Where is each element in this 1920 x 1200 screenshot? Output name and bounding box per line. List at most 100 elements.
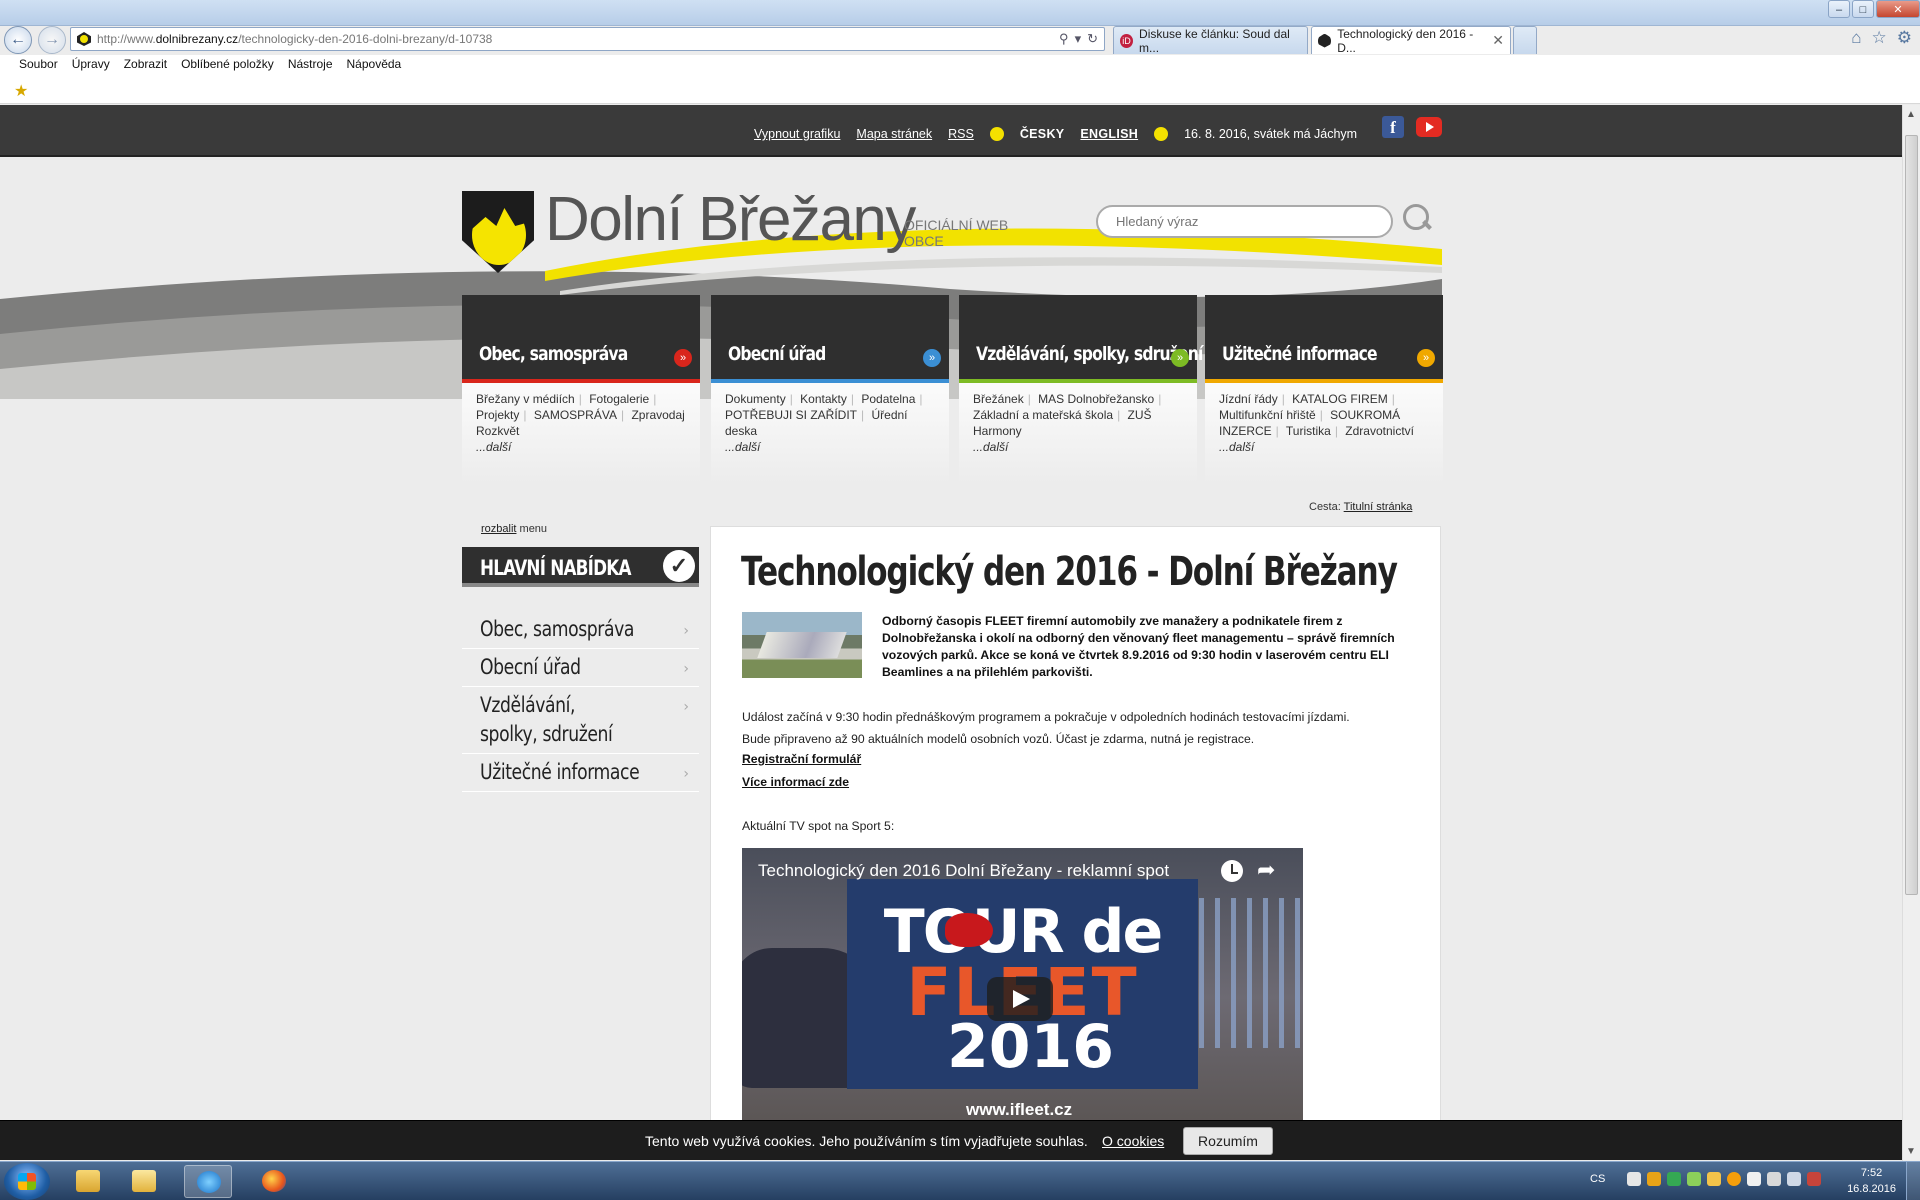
cookie-accept-button[interactable]: Rozumím [1183, 1127, 1273, 1155]
menu-link[interactable]: Břežánek [973, 392, 1024, 406]
menu-link[interactable]: SAMOSPRÁVA [534, 408, 617, 422]
menu-link[interactable]: Multifunkční hřiště [1219, 408, 1316, 422]
new-tab-button[interactable] [1513, 26, 1537, 54]
page-scrollbar[interactable]: ▲ ▼ [1902, 105, 1920, 1161]
breadcrumb-home-link[interactable]: Titulní stránka [1344, 501, 1413, 513]
menu-link[interactable]: KATALOG FIREM [1292, 392, 1388, 406]
more-link[interactable]: ...další [1219, 440, 1254, 454]
sync-icon[interactable] [1667, 1172, 1682, 1186]
menu-link[interactable]: Dokumenty [725, 392, 786, 406]
arrow-right-icon[interactable]: » [923, 349, 941, 367]
lang-cz-link[interactable]: ČESKY [1020, 127, 1065, 141]
dropdown-icon[interactable]: ▾ [1075, 31, 1082, 47]
menu-link[interactable]: Fotogalerie [589, 392, 649, 406]
menu-upravy[interactable]: Úpravy [65, 55, 117, 77]
disable-graphics-link[interactable]: Vypnout grafiku [754, 127, 840, 141]
more-info-link[interactable]: Více informací zde [742, 775, 849, 789]
facebook-icon[interactable]: f [1382, 116, 1404, 138]
menu-box-header[interactable]: Užitečné informace » [1205, 295, 1443, 379]
menu-link[interactable]: Projekty [476, 408, 519, 422]
search-input[interactable] [1096, 205, 1393, 238]
site-title[interactable]: Dolní Břežany [545, 184, 916, 255]
menu-link[interactable]: Zdravotnictví [1345, 424, 1414, 438]
input-language[interactable]: CS [1590, 1173, 1605, 1185]
menu-box-title[interactable]: Obec, samospráva [479, 343, 628, 365]
taskbar-mail[interactable] [120, 1165, 168, 1198]
favorites-star-icon[interactable]: ☆ [1872, 28, 1887, 48]
sitemap-link[interactable]: Mapa stránek [856, 127, 932, 141]
sidebar-item-obec[interactable]: Obec, samospráva › [462, 611, 699, 649]
taskbar-internet-explorer[interactable] [184, 1165, 232, 1198]
antivirus-icon[interactable] [1807, 1172, 1822, 1186]
add-favorite-icon[interactable]: ★ [14, 81, 28, 101]
settings-gear-icon[interactable]: ⚙ [1897, 28, 1912, 48]
more-link[interactable]: ...další [476, 440, 511, 454]
sidebar-item-uzitecne[interactable]: Užitečné informace › [462, 754, 699, 792]
arrow-right-icon[interactable]: » [1171, 349, 1189, 367]
menu-link[interactable]: Základní a mateřská škola [973, 408, 1113, 422]
refresh-icon[interactable]: ↻ [1087, 31, 1098, 47]
menu-oblibene[interactable]: Oblíbené položky [174, 55, 281, 77]
warning-icon[interactable] [1727, 1172, 1742, 1186]
search-button-icon[interactable] [1401, 202, 1435, 236]
url-text[interactable]: http://www.dolnibrezany.cz/technologicky… [97, 32, 1059, 46]
network-icon[interactable] [1767, 1172, 1782, 1186]
cookie-info-link[interactable]: O cookies [1102, 1133, 1164, 1149]
arrow-right-icon[interactable]: » [674, 349, 692, 367]
volume-icon[interactable] [1787, 1172, 1802, 1186]
menu-box-title[interactable]: Vzdělávání, spolky, sdružení [976, 343, 1203, 365]
taskbar-explorer[interactable] [64, 1165, 112, 1198]
start-button[interactable] [4, 1163, 50, 1200]
menu-link[interactable]: Turistika [1286, 424, 1331, 438]
cloud-icon[interactable] [1627, 1172, 1642, 1186]
menu-link[interactable]: Břežany v médiích [476, 392, 575, 406]
menu-box-header[interactable]: Vzdělávání, spolky, sdružení » [959, 295, 1203, 379]
scrollbar-thumb[interactable] [1905, 135, 1918, 895]
more-link[interactable]: ...další [725, 440, 760, 454]
forward-button[interactable]: → [38, 26, 66, 54]
menu-link[interactable]: POTŘEBUJI SI ZAŘÍDIT [725, 408, 857, 422]
menu-box-title[interactable]: Obecní úřad [728, 343, 826, 365]
menu-napoveda[interactable]: Nápověda [340, 55, 409, 77]
home-icon[interactable]: ⌂ [1851, 28, 1861, 48]
maximize-button[interactable]: □ [1852, 0, 1874, 18]
rss-link[interactable]: RSS [948, 127, 974, 141]
menu-box-header[interactable]: Obec, samospráva » [462, 295, 700, 379]
checkmark-icon[interactable]: ✓ [663, 550, 695, 582]
menu-box-title[interactable]: Užitečné informace [1222, 343, 1378, 365]
close-tab-icon[interactable]: ✕ [1492, 32, 1504, 49]
taskbar-firefox[interactable] [250, 1165, 298, 1198]
share-icon[interactable]: ➦ [1257, 857, 1275, 883]
flag-icon[interactable] [1747, 1172, 1762, 1186]
back-button[interactable]: ← [4, 26, 32, 54]
close-window-button[interactable]: ✕ [1876, 0, 1920, 18]
tray-app-icon[interactable] [1687, 1172, 1702, 1186]
menu-nastroje[interactable]: Nástroje [281, 55, 340, 77]
tray-app-icon[interactable] [1707, 1172, 1722, 1186]
show-desktop-button[interactable] [1906, 1162, 1920, 1200]
scroll-down-icon[interactable]: ▼ [1906, 1146, 1916, 1157]
article-thumbnail-image[interactable] [742, 612, 862, 678]
sidebar-item-urad[interactable]: Obecní úřad › [462, 649, 699, 687]
minimize-button[interactable]: – [1828, 0, 1850, 18]
play-button[interactable] [987, 977, 1053, 1021]
more-link[interactable]: ...další [973, 440, 1008, 454]
menu-box-header[interactable]: Obecní úřad » [711, 295, 949, 379]
tray-app-icon[interactable] [1647, 1172, 1662, 1186]
search-icon[interactable]: ⚲ [1059, 31, 1069, 47]
sidebar-item-vzdelavani[interactable]: Vzdělávání, spolky, sdružení › [462, 687, 699, 754]
menu-link[interactable]: Jízdní řády [1219, 392, 1278, 406]
scroll-up-icon[interactable]: ▲ [1906, 109, 1916, 120]
menu-link[interactable]: MAS Dolnobřežansko [1038, 392, 1154, 406]
youtube-video-embed[interactable]: TOUR de FLEET 2016 Technologický den 201… [742, 848, 1303, 1120]
youtube-icon[interactable] [1416, 117, 1442, 137]
menu-link[interactable]: Podatelna [861, 392, 915, 406]
expand-menu-link[interactable]: rozbalit [481, 523, 516, 535]
watch-later-icon[interactable] [1221, 860, 1243, 882]
tab-technologicky-den[interactable]: Technologický den 2016 - D... ✕ [1311, 26, 1511, 55]
arrow-right-icon[interactable]: » [1417, 349, 1435, 367]
menu-link[interactable]: Kontakty [800, 392, 847, 406]
address-bar[interactable]: http://www.dolnibrezany.cz/technologicky… [70, 27, 1105, 51]
menu-soubor[interactable]: Soubor [12, 55, 65, 77]
lang-en-link[interactable]: ENGLISH [1080, 127, 1138, 141]
